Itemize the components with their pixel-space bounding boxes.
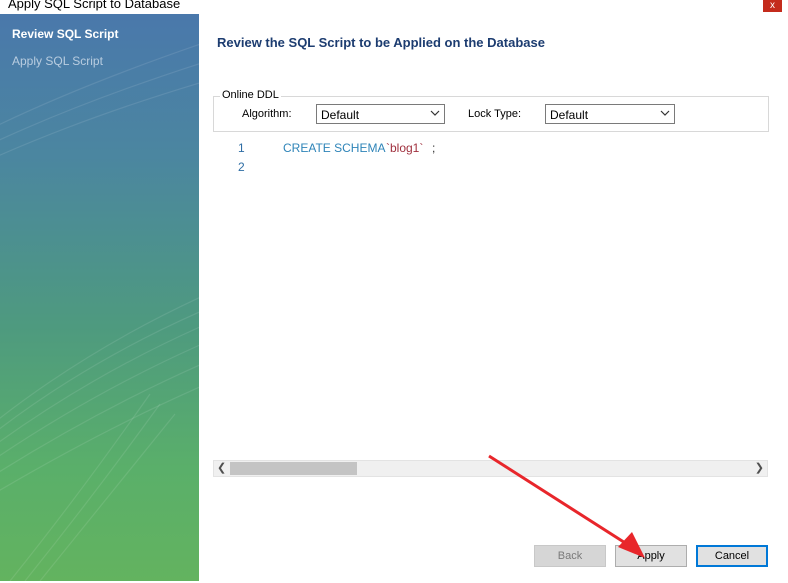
algorithm-value: Default	[321, 108, 360, 122]
line-number: 2	[238, 160, 245, 174]
sql-script-editor[interactable]: 1 CREATE SCHEMA `blog1` ; 2	[214, 136, 768, 446]
scrollbar-thumb[interactable]	[230, 462, 357, 475]
sidebar-item-apply-sql-script: Apply SQL Script	[12, 54, 103, 68]
page-heading: Review the SQL Script to be Applied on t…	[217, 35, 545, 50]
close-button[interactable]: x	[763, 0, 782, 12]
title-bar: Apply SQL Script to Database x	[0, 0, 788, 14]
online-ddl-group: Online DDL Algorithm: Default Lock Type:…	[213, 89, 769, 132]
lock-type-label: Lock Type:	[468, 108, 521, 120]
chevron-down-icon	[660, 110, 670, 116]
line-number: 1	[238, 141, 245, 155]
back-button[interactable]: Back	[534, 545, 606, 567]
lock-type-value: Default	[550, 108, 589, 122]
scroll-right-icon[interactable]: ❯	[755, 461, 764, 476]
wizard-sidebar: Review SQL Script Apply SQL Script	[0, 14, 199, 581]
scroll-left-icon[interactable]: ❮	[217, 461, 226, 476]
horizontal-scrollbar[interactable]: ❮ ❯	[213, 460, 768, 477]
cancel-button[interactable]: Cancel	[696, 545, 768, 567]
sql-keyword: CREATE SCHEMA	[283, 141, 386, 155]
close-icon: x	[770, 0, 775, 11]
apply-button[interactable]: Apply	[615, 545, 687, 567]
sql-terminator: ;	[432, 141, 436, 155]
sql-identifier: `blog1`	[386, 141, 424, 155]
window-title: Apply SQL Script to Database	[8, 0, 181, 11]
main-panel: Review the SQL Script to be Applied on t…	[199, 14, 788, 581]
online-ddl-legend: Online DDL	[220, 89, 281, 101]
lock-type-select[interactable]: Default	[545, 104, 675, 124]
algorithm-select[interactable]: Default	[316, 104, 445, 124]
sidebar-decoration	[0, 43, 199, 581]
sidebar-item-review-sql-script: Review SQL Script	[12, 27, 119, 41]
chevron-down-icon	[430, 110, 440, 116]
algorithm-label: Algorithm:	[242, 108, 292, 120]
